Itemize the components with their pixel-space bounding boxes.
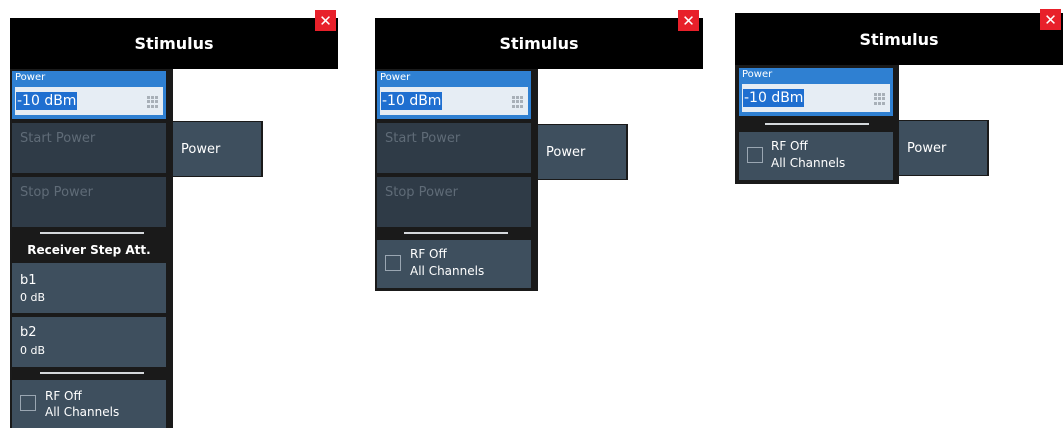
separator bbox=[40, 232, 144, 234]
separator bbox=[404, 232, 508, 234]
keypad-icon[interactable] bbox=[512, 96, 524, 108]
close-button[interactable]: ✕ bbox=[678, 10, 699, 31]
receiver-step-att-label: Receiver Step Att. bbox=[27, 243, 151, 257]
power-field-label: Power bbox=[742, 69, 773, 80]
rf-off-line1: RF Off bbox=[771, 139, 808, 153]
rf-off-line2: All Channels bbox=[410, 264, 485, 278]
rf-off-line2: All Channels bbox=[771, 156, 846, 170]
checkbox-icon[interactable] bbox=[20, 395, 36, 411]
power-side-tab[interactable]: Power bbox=[538, 124, 628, 180]
close-button[interactable]: ✕ bbox=[315, 10, 336, 31]
b1-value: 0 dB bbox=[20, 291, 46, 304]
b2-button[interactable]: b2 0 dB bbox=[12, 317, 166, 367]
rf-off-all-channels-toggle[interactable]: RF Off All Channels bbox=[12, 380, 166, 428]
power-side-tab[interactable]: Power bbox=[899, 120, 989, 176]
power-input[interactable]: -10 dBm bbox=[742, 84, 890, 112]
dialog-title-bar: Stimulus bbox=[735, 13, 1063, 65]
power-field[interactable]: Power -10 dBm bbox=[739, 68, 893, 116]
dialog-title: Stimulus bbox=[499, 34, 579, 53]
rf-off-all-channels-toggle[interactable]: RF Off All Channels bbox=[739, 132, 893, 180]
rf-off-line2: All Channels bbox=[45, 405, 120, 419]
dialog-title-bar: Stimulus bbox=[10, 18, 338, 69]
stop-power-button[interactable]: Stop Power bbox=[377, 177, 531, 227]
b2-value: 0 dB bbox=[20, 344, 46, 357]
power-side-tab[interactable]: Power bbox=[173, 121, 263, 177]
close-icon: ✕ bbox=[1044, 10, 1057, 29]
separator bbox=[40, 372, 144, 374]
rf-off-line1: RF Off bbox=[410, 247, 447, 261]
b1-button[interactable]: b1 0 dB bbox=[12, 263, 166, 313]
keypad-icon[interactable] bbox=[147, 96, 159, 108]
power-value: -10 dBm bbox=[381, 92, 443, 110]
b2-name: b2 bbox=[20, 325, 37, 340]
separator bbox=[765, 123, 869, 125]
power-field[interactable]: Power -10 dBm bbox=[377, 71, 531, 119]
power-field-label: Power bbox=[380, 72, 411, 83]
dialog-title: Stimulus bbox=[859, 29, 939, 49]
rf-off-line1: RF Off bbox=[45, 389, 82, 403]
stimulus-dialog-medium: Stimulus ✕ Power -10 dBm Start Power Sto… bbox=[372, 0, 706, 300]
keypad-icon[interactable] bbox=[874, 93, 886, 105]
start-power-button[interactable]: Start Power bbox=[377, 123, 531, 173]
power-input[interactable]: -10 dBm bbox=[15, 87, 163, 115]
stimulus-dialog-full: Stimulus ✕ Power -10 dBm Start Power Sto… bbox=[0, 0, 340, 428]
power-field-label: Power bbox=[15, 72, 46, 83]
rf-off-all-channels-toggle[interactable]: RF Off All Channels bbox=[377, 240, 531, 288]
start-power-button[interactable]: Start Power bbox=[12, 123, 166, 173]
power-field[interactable]: Power -10 dBm bbox=[12, 71, 166, 119]
stop-power-button[interactable]: Stop Power bbox=[12, 177, 166, 227]
checkbox-icon[interactable] bbox=[385, 255, 401, 271]
dialog-title-bar: Stimulus bbox=[375, 18, 703, 69]
power-value: -10 dBm bbox=[16, 92, 78, 110]
close-icon: ✕ bbox=[319, 11, 332, 30]
dialog-title: Stimulus bbox=[134, 34, 214, 53]
b1-name: b1 bbox=[20, 273, 37, 288]
power-input[interactable]: -10 dBm bbox=[380, 87, 528, 115]
close-button[interactable]: ✕ bbox=[1040, 9, 1061, 30]
close-icon: ✕ bbox=[682, 11, 695, 30]
stimulus-dialog-compact: Stimulus ✕ Power -10 dBm RF Off All Chan… bbox=[735, 0, 1064, 190]
checkbox-icon[interactable] bbox=[747, 147, 763, 163]
power-value: -10 dBm bbox=[743, 89, 805, 107]
